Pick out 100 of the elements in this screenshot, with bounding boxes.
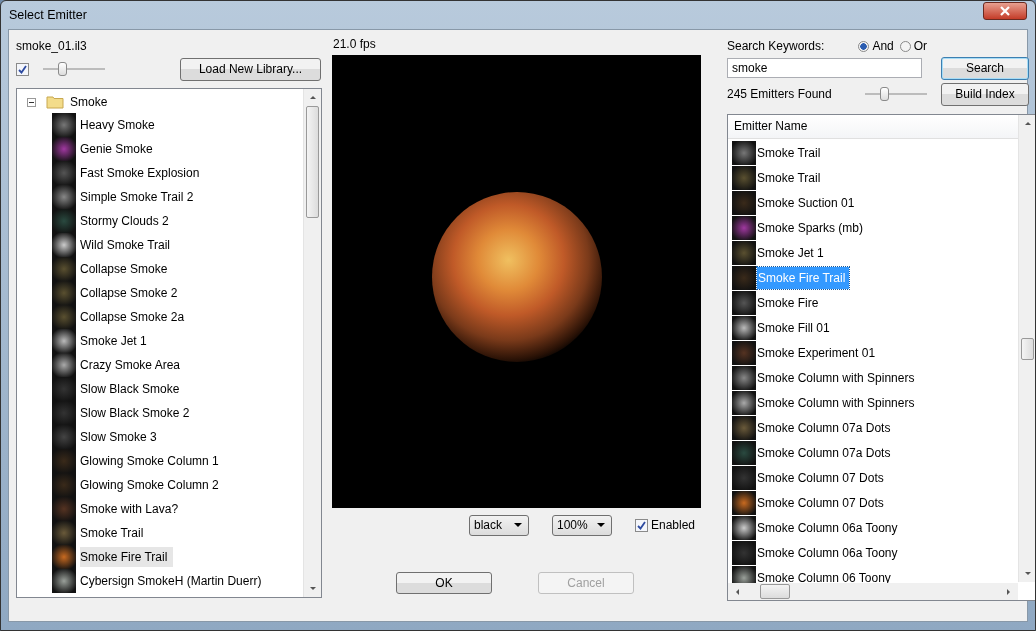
mode-radio[interactable]: Or: [899, 39, 928, 53]
emitter-thumbnail: [732, 440, 756, 465]
tree-item[interactable]: Smoke Jet 1: [80, 331, 151, 351]
emitter-thumbnail: [732, 465, 756, 490]
result-item[interactable]: Smoke Column 07a Dots: [757, 442, 895, 463]
vertical-scrollbar[interactable]: [1018, 115, 1035, 582]
emitter-thumbnail: [732, 540, 756, 565]
emitter-thumbnail: [732, 365, 756, 390]
emitter-thumbnail: [52, 161, 76, 185]
emitter-thumbnail: [52, 137, 76, 161]
ok-button[interactable]: OK: [396, 572, 492, 594]
fps-readout: 21.0 fps: [333, 37, 377, 53]
emitter-thumbnail: [732, 265, 756, 290]
result-item[interactable]: Smoke Experiment 01: [757, 342, 880, 363]
emitter-thumbnail: [52, 401, 76, 425]
tree-item[interactable]: Crazy Smoke Area: [80, 355, 185, 375]
emitter-thumbnail: [732, 390, 756, 415]
emitter-thumbnail: [52, 257, 76, 281]
result-item[interactable]: Smoke Trail: [757, 167, 825, 188]
result-item[interactable]: Smoke Column with Spinners: [757, 392, 919, 413]
caret-icon: [597, 523, 605, 527]
emitter-thumbnail: [732, 415, 756, 440]
emitter-thumbnail: [52, 497, 76, 521]
emitter-thumbnail: [732, 140, 756, 165]
tree-item[interactable]: Smoke Trail: [80, 523, 148, 543]
emitter-thumbnail: [732, 565, 756, 583]
emitter-thumbnail: [52, 185, 76, 209]
tree-folder-label[interactable]: Smoke: [70, 92, 112, 112]
tree-item[interactable]: Heavy Smoke: [80, 115, 159, 135]
tree-item[interactable]: Smoke Fire Trail: [80, 547, 174, 567]
library-file-name: smoke_01.il3: [16, 39, 88, 53]
emitter-thumbnail: [732, 490, 756, 515]
tree-item[interactable]: Glowing Smoke Column 2: [80, 475, 223, 495]
vertical-scrollbar[interactable]: [303, 89, 321, 597]
tree-item[interactable]: Wild Smoke Trail: [80, 235, 175, 255]
emitter-thumbnail: [52, 305, 76, 329]
caret-icon: [514, 523, 522, 527]
emitter-thumbnail: [52, 377, 76, 401]
result-item[interactable]: Smoke Column with Spinners: [757, 367, 919, 388]
tree-item[interactable]: Simple Smoke Trail 2: [80, 187, 198, 207]
tree-item[interactable]: Collapse Smoke 2a: [80, 307, 189, 327]
tree-item[interactable]: Slow Smoke 3: [80, 427, 161, 447]
tree-item[interactable]: Stormy Clouds 2: [80, 211, 173, 231]
emitter-thumbnail: [732, 240, 756, 265]
tree-item[interactable]: Genie Smoke: [80, 139, 157, 159]
close-icon: [999, 6, 1011, 16]
result-item[interactable]: Smoke Suction 01: [757, 192, 859, 213]
emitter-thumbnail: [52, 449, 76, 473]
emitter-thumbnail: [732, 290, 756, 315]
emitter-thumbnail: [52, 113, 76, 137]
emitter-thumbnail: [52, 233, 76, 257]
mode-radio[interactable]: And: [858, 39, 894, 53]
result-size-slider[interactable]: [865, 86, 927, 102]
result-item[interactable]: Smoke Column 07a Dots: [757, 417, 895, 438]
emitter-thumbnail: [52, 329, 76, 353]
result-item[interactable]: Smoke Sparks (mb): [757, 217, 868, 238]
emitter-thumbnail: [52, 209, 76, 233]
emitters-found-count: 245 Emitters Found: [727, 87, 833, 101]
tree-item[interactable]: Glowing Smoke Column 1: [80, 451, 223, 471]
slider-thumb[interactable]: [57, 62, 67, 76]
emitter-thumbnail: [732, 315, 756, 340]
window-title: Select Emitter: [9, 8, 87, 22]
horizontal-scrollbar[interactable]: [728, 583, 1018, 600]
result-item[interactable]: Smoke Column 07 Dots: [757, 492, 888, 513]
enabled-label: Enabled: [651, 518, 696, 532]
result-item[interactable]: Smoke Trail: [757, 142, 825, 163]
tree-item[interactable]: Slow Black Smoke 2: [80, 403, 194, 423]
close-button[interactable]: [983, 2, 1027, 20]
tree-item[interactable]: Fast Smoke Explosion: [80, 163, 204, 183]
emitter-thumbnail: [52, 281, 76, 305]
emitter-thumbnail: [52, 353, 76, 377]
tree-item[interactable]: Smoke with Lava?: [80, 499, 183, 519]
build-index-button[interactable]: Build Index: [941, 82, 1029, 106]
thumbnail-size-slider[interactable]: [43, 61, 105, 77]
tree-item[interactable]: Slow Black Smoke: [80, 379, 184, 399]
search-button[interactable]: Search: [941, 56, 1029, 80]
result-item[interactable]: Smoke Jet 1: [757, 242, 828, 263]
zoom-dropdown[interactable]: 100%: [552, 514, 612, 536]
search-field[interactable]: smoke: [727, 58, 922, 78]
result-item[interactable]: Smoke Fire: [757, 292, 823, 313]
emitter-thumbnail: [732, 190, 756, 215]
thumbnails-checkbox[interactable]: [16, 62, 29, 76]
tree-item[interactable]: Collapse Smoke 2: [80, 283, 182, 303]
collapse-toggle[interactable]: [27, 97, 36, 107]
emitter-thumbnail: [732, 215, 756, 240]
slider-thumb[interactable]: [879, 87, 889, 101]
result-item[interactable]: Smoke Fill 01: [757, 317, 834, 338]
result-item[interactable]: Smoke Column 06a Toony: [757, 542, 902, 563]
search-keywords-label: Search Keywords:: [727, 39, 825, 53]
emitter-thumbnail: [52, 521, 76, 545]
enabled-checkbox[interactable]: [635, 518, 648, 532]
background-dropdown[interactable]: black: [469, 514, 529, 536]
emitter-thumbnail: [732, 340, 756, 365]
result-item[interactable]: Smoke Column 06a Toony: [757, 517, 902, 538]
tree-item[interactable]: Collapse Smoke: [80, 259, 172, 279]
load-library-button[interactable]: Load New Library...: [180, 57, 321, 81]
tree-item[interactable]: Cybersign SmokeH (Martin Duerr): [80, 571, 266, 591]
emitter-thumbnail: [732, 165, 756, 190]
emitter-thumbnail: [52, 473, 76, 497]
result-item[interactable]: Smoke Column 07 Dots: [757, 467, 888, 488]
